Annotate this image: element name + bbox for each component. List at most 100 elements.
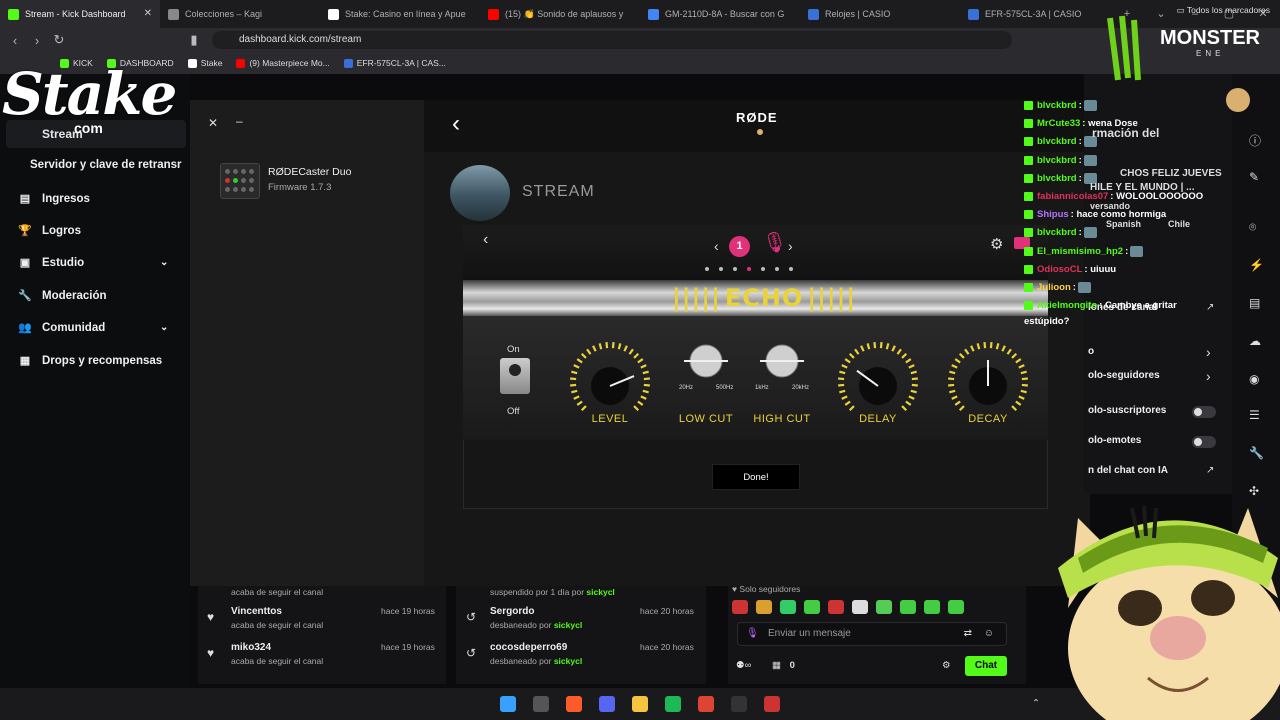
browser-tab[interactable]: Stream - Kick Dashboard ✕ [0,0,160,28]
settings-gear-icon[interactable]: ⚙ [990,235,1003,253]
chat-username[interactable]: Shipus [1037,209,1069,220]
bookmark-item[interactable]: EFR-575CL-3A | CAS... [343,58,446,68]
list-icon[interactable]: ☰ [1249,408,1260,422]
prev-channel-icon[interactable]: ‹ [714,238,719,254]
chat-username[interactable]: Akielmongito [1037,300,1097,311]
browser-tab[interactable]: Relojes | CASIO [800,0,960,28]
chat-icon[interactable]: ☁ [1249,334,1261,348]
chat-username[interactable]: blvckbrd [1037,173,1077,184]
knob-decay[interactable] [946,340,1030,424]
chat-username[interactable]: Julioon [1037,282,1071,293]
forward-icon[interactable]: › [26,33,48,48]
emoji-icon[interactable]: ☺ [984,623,994,645]
external-link-icon[interactable]: ↗ [1206,465,1214,476]
brave-icon[interactable] [566,696,582,712]
setting-row[interactable]: olo-seguidores [1088,370,1160,381]
moderator-name[interactable]: sickycl [554,656,582,666]
emote-icon[interactable] [780,600,796,614]
back-arrow-icon[interactable]: ‹ [452,110,460,138]
sidebar-item-estudio[interactable]: ▣ Estudio ⌄ [18,256,169,270]
emote-icon[interactable] [924,600,940,614]
done-button[interactable]: Done! [712,464,800,490]
sidebar-item-moderación[interactable]: 🔧 Moderación [18,289,106,303]
camera-icon[interactable]: ⌾ [1249,220,1256,235]
sidebar-item-logros[interactable]: 🏆 Logros [18,224,81,238]
setting-row[interactable]: n del chat con IA [1088,465,1168,476]
stream-thumbnail[interactable] [450,165,510,221]
reload-icon[interactable]: ↻ [48,32,70,48]
knob-level[interactable] [568,340,652,424]
moderator-name[interactable]: sickycl [554,620,582,630]
emote-icon[interactable] [804,600,820,614]
chat-username[interactable]: MrCute33 [1037,118,1080,129]
chevron-right-icon[interactable]: › [1206,368,1211,384]
obs-icon[interactable] [731,696,747,712]
chat-username[interactable]: El_mismisimo_hp2 [1037,246,1123,257]
chat-username[interactable]: blvckbrd [1037,227,1077,238]
windows-start-icon[interactable] [500,696,516,712]
emote-icon[interactable] [876,600,892,614]
device-image[interactable] [220,163,260,199]
knob-high-cut[interactable] [757,336,807,386]
back-icon[interactable]: ‹ [4,33,26,48]
emote-icon[interactable] [828,600,844,614]
page-dot[interactable] [747,267,751,271]
edit-icon[interactable]: ✎ [1249,170,1259,184]
bookmark-item[interactable]: Stake [187,58,222,68]
browser-tab[interactable]: (15) 👏 Sonido de aplausos y [480,0,640,28]
translate-icon[interactable]: ⇄ [964,623,972,645]
page-dot[interactable] [775,267,779,271]
sidebar-item-ingresos[interactable]: ▤ Ingresos [18,192,90,206]
chat-send-button[interactable]: Chat [965,656,1007,676]
setting-row[interactable]: o [1088,346,1094,357]
browser-tab[interactable]: GM-2110D-8A - Buscar con G [640,0,800,28]
browser-tab[interactable]: Stake: Casino en línea y Apue [320,0,480,28]
wrench-icon[interactable]: 🔧 [1249,446,1264,460]
radio-icon[interactable]: ◉ [1249,372,1259,386]
chat-username[interactable]: blvckbrd [1037,100,1077,111]
sidebar-item-comunidad[interactable]: 👥 Comunidad ⌄ [18,321,168,335]
chevron-down-icon[interactable]: ⌄ [160,322,168,333]
chat-username[interactable]: blvckbrd [1037,155,1077,166]
chat-username[interactable]: OdiosoCL [1037,264,1082,275]
setting-row[interactable]: olo-emotes [1088,435,1141,446]
chat-input[interactable]: 🎙 Enviar un mensaje ⇄ ☺ [737,622,1007,646]
bookmark-icon[interactable]: ▮ [183,32,205,48]
file-explorer-icon[interactable] [533,696,549,712]
chevron-right-icon[interactable]: › [1206,344,1211,360]
knob-low-cut[interactable] [681,336,731,386]
sidebar-item-stream-key[interactable]: Servidor y clave de retransr [30,159,182,171]
bookmark-item[interactable]: (9) Masterpiece Mo... [236,58,330,68]
document-icon[interactable]: ▤ [1249,296,1260,310]
page-dot[interactable] [705,267,709,271]
discord-icon[interactable] [599,696,615,712]
emote-icon[interactable] [732,600,748,614]
spotify-icon[interactable] [665,696,681,712]
chat-settings-icon[interactable]: ⚙ [942,660,951,671]
panel-back-icon[interactable]: ‹ [483,231,499,249]
lightning-icon[interactable]: ⚡ [1249,258,1264,272]
close-tab-icon[interactable]: ✕ [144,8,152,19]
store-icon[interactable]: ▦ [772,660,781,671]
tray-chevron-icon[interactable]: ⌃ [1032,698,1040,709]
next-channel-icon[interactable]: › [788,238,793,254]
folder-icon[interactable] [632,696,648,712]
browser-tab[interactable]: EFR-575CL-3A | CASIO [960,0,1120,28]
avatar[interactable] [1226,88,1250,112]
browser-tab[interactable]: Colecciones – Kagi [160,0,320,28]
emote-icon[interactable] [756,600,772,614]
info-icon[interactable]: ⓘ [1249,132,1261,149]
emote-icon[interactable] [948,600,964,614]
toggle-switch[interactable] [1192,406,1216,418]
setting-row[interactable]: olo-suscriptores [1088,405,1166,416]
chrome-icon[interactable] [698,696,714,712]
emote-icon[interactable] [852,600,868,614]
page-dot[interactable] [761,267,765,271]
url-field[interactable]: dashboard.kick.com/stream [212,31,1012,49]
sidebar-item-drops y recompensas[interactable]: ▦ Drops y recompensas [18,354,162,368]
moderator-name[interactable]: sickycl [586,587,614,597]
chat-username[interactable]: blvckbrd [1037,136,1077,147]
emote-icon[interactable] [900,600,916,614]
app-icon[interactable] [764,696,780,712]
page-dot[interactable] [733,267,737,271]
